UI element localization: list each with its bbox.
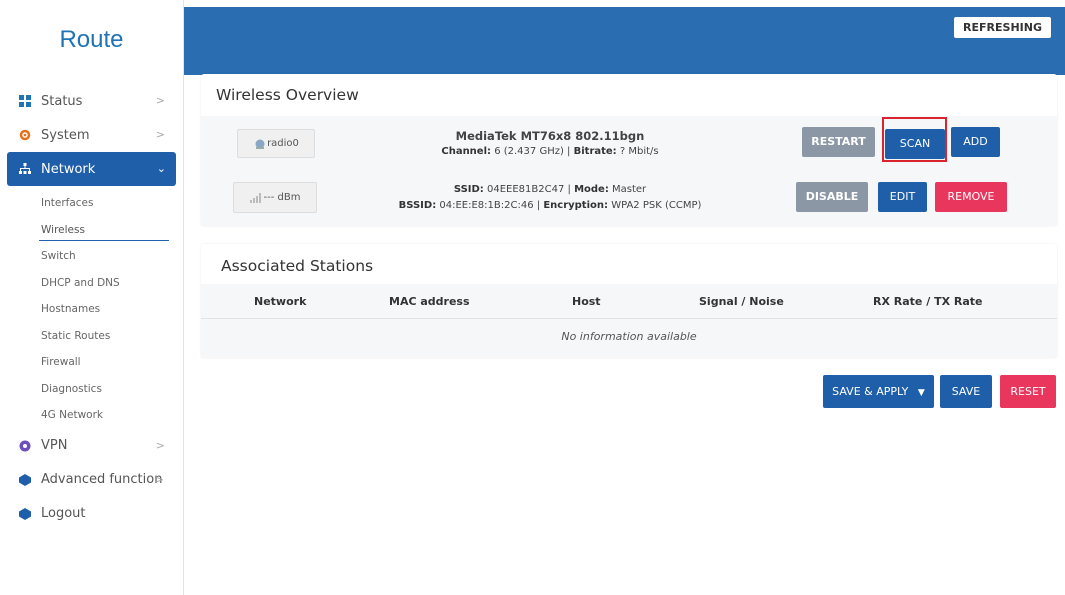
- encryption-label: Encryption:: [543, 200, 608, 211]
- save-button[interactable]: SAVE: [940, 375, 992, 408]
- ssid-value: 04EEE81B2C47: [486, 184, 565, 195]
- submenu-dhcp-dns[interactable]: DHCP and DNS: [0, 270, 183, 297]
- advanced-icon: [19, 473, 31, 486]
- sidebar-item-network[interactable]: Network ⌄: [7, 152, 176, 186]
- status-grid-icon: [19, 95, 31, 107]
- network-icon: [19, 163, 31, 175]
- submenu-hostnames[interactable]: Hostnames: [0, 296, 183, 323]
- wifi-device-icon: [255, 139, 265, 149]
- sidebar-item-logout[interactable]: Logout: [0, 497, 183, 531]
- gear-icon: [19, 129, 31, 141]
- header-bar: REFRESHING: [184, 7, 1065, 75]
- disable-button[interactable]: DISABLE: [796, 182, 868, 212]
- column-signal-noise: Signal / Noise: [699, 295, 784, 308]
- sidebar-menu: Status > System > Network ⌄ Interfaces W…: [0, 84, 183, 531]
- radio-device-label: radio0: [267, 138, 299, 149]
- submenu-interfaces[interactable]: Interfaces: [0, 190, 183, 217]
- save-apply-label: SAVE & APPLY: [832, 385, 909, 398]
- mode-label: Mode:: [574, 184, 609, 195]
- refreshing-button[interactable]: REFRESHING: [954, 17, 1051, 38]
- ssid-mode-line: SSID: 04EEE81B2C47 | Mode: Master: [453, 184, 647, 195]
- submenu-static-routes[interactable]: Static Routes: [0, 323, 183, 350]
- mode-value: Master: [612, 184, 647, 195]
- panel-title: Wireless Overview: [216, 86, 359, 104]
- vpn-icon: [19, 440, 31, 452]
- sidebar-item-status[interactable]: Status >: [0, 84, 183, 118]
- add-button[interactable]: ADD: [951, 127, 1000, 157]
- chevron-right-icon: >: [154, 472, 164, 486]
- empty-table-message: No information available: [561, 330, 697, 343]
- sidebar-item-label: Network: [41, 161, 96, 177]
- logout-icon: [19, 507, 31, 520]
- submenu-4g-network[interactable]: 4G Network: [0, 402, 183, 429]
- chevron-right-icon: >: [155, 94, 165, 107]
- network-info: SSID: 04EEE81B2C47 | Mode: Master BSSID:…: [380, 182, 720, 214]
- submenu-diagnostics[interactable]: Diagnostics: [0, 376, 183, 403]
- sidebar-item-label: System: [41, 127, 90, 143]
- submenu-switch[interactable]: Switch: [0, 243, 183, 270]
- reset-button[interactable]: RESET: [1000, 375, 1056, 408]
- channel-value: 6 (2.437 GHz): [494, 146, 564, 157]
- sidebar: Route Status > System > Network ⌄ Interf…: [0, 0, 184, 595]
- channel-label: Channel:: [441, 146, 492, 157]
- bssid-value: 04:EE:E8:1B:2C:46: [439, 200, 534, 211]
- device-name: MediaTek MT76x8 802.11bgn: [455, 129, 645, 143]
- signal-bars-icon: [249, 192, 261, 203]
- bssid-encryption-line: BSSID: 04:EE:E8:1B:2C:46 | Encryption: W…: [398, 200, 702, 211]
- column-rx-tx-rate: RX Rate / TX Rate: [873, 295, 983, 308]
- sidebar-item-label: Advanced function: [41, 472, 163, 487]
- bitrate-value: ? Mbit/s: [619, 146, 659, 157]
- edit-button[interactable]: EDIT: [878, 182, 927, 212]
- column-host: Host: [572, 295, 601, 308]
- sidebar-item-advanced[interactable]: Advanced function >: [0, 463, 183, 497]
- device-info: MediaTek MT76x8 802.11bgn Channel: 6 (2.…: [400, 128, 700, 160]
- radio-device-button[interactable]: radio0: [237, 129, 315, 158]
- signal-button[interactable]: --- dBm: [233, 182, 317, 213]
- remove-button[interactable]: REMOVE: [935, 182, 1007, 212]
- sidebar-item-vpn[interactable]: VPN >: [0, 429, 183, 463]
- chevron-right-icon: >: [155, 128, 165, 141]
- signal-label: --- dBm: [263, 192, 301, 203]
- column-network: Network: [254, 295, 307, 308]
- chevron-right-icon: >: [155, 438, 165, 452]
- submenu-firewall[interactable]: Firewall: [0, 349, 183, 376]
- sidebar-item-label: Status: [41, 93, 83, 109]
- caret-down-icon: ▼: [917, 388, 925, 398]
- sidebar-item-label: Logout: [41, 506, 86, 521]
- bitrate-label: Bitrate:: [573, 146, 617, 157]
- sidebar-item-label: VPN: [41, 438, 68, 453]
- channel-bitrate-line: Channel: 6 (2.437 GHz) | Bitrate: ? Mbit…: [441, 146, 659, 157]
- brand-logo: Route: [59, 26, 124, 53]
- ssid-label: SSID:: [453, 184, 484, 195]
- save-apply-button[interactable]: SAVE & APPLY ▼: [823, 375, 934, 408]
- bssid-label: BSSID:: [398, 200, 437, 211]
- scan-highlight-box: [882, 117, 947, 162]
- chevron-down-icon: ⌄: [156, 162, 166, 175]
- encryption-value: WPA2 PSK (CCMP): [611, 200, 702, 211]
- sidebar-item-system[interactable]: System >: [0, 118, 183, 152]
- restart-button[interactable]: RESTART: [802, 127, 875, 157]
- panel-title: Associated Stations: [221, 257, 374, 275]
- submenu-wireless[interactable]: Wireless: [0, 217, 183, 244]
- column-mac-address: MAC address: [389, 295, 470, 308]
